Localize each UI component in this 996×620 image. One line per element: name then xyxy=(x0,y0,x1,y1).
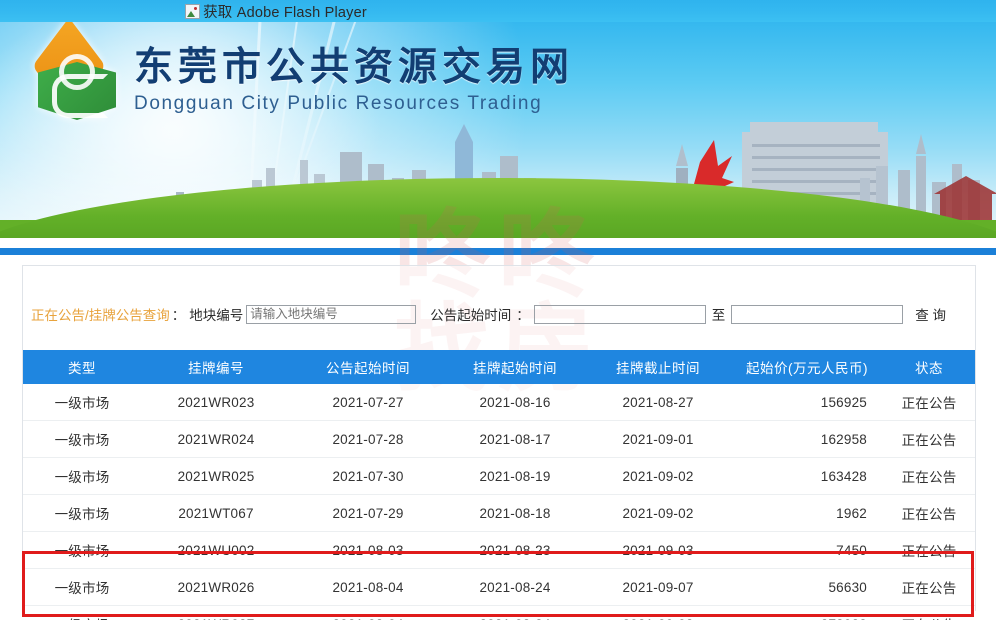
date-from-input[interactable] xyxy=(533,304,706,324)
plot-code-input[interactable] xyxy=(246,304,417,324)
announce-date-label: 公告起始时间 xyxy=(430,308,512,323)
cell-status: 正在公告 xyxy=(883,457,975,495)
cell-start-price: 1962 xyxy=(731,494,883,532)
column-header-listing-end[interactable]: 挂牌截止时间 xyxy=(585,350,731,384)
cell-type: 一级市场 xyxy=(23,457,141,495)
cell-start-price: 56630 xyxy=(731,568,883,606)
cell-type: 一级市场 xyxy=(23,568,141,606)
flash-player-bar: 获取 Adobe Flash Player xyxy=(0,0,996,22)
broken-image-icon xyxy=(185,3,201,19)
cell-type: 一级市场 xyxy=(23,531,141,569)
cell-listing-end: 2021-08-27 xyxy=(585,384,731,421)
table-row[interactable]: 一级市场 2021WR023 2021-07-27 2021-08-16 202… xyxy=(23,384,975,421)
cell-type: 一级市场 xyxy=(23,420,141,458)
cell-announce-start: 2021-07-27 xyxy=(291,384,445,421)
cell-listing-start: 2021-08-17 xyxy=(445,420,585,458)
column-header-type[interactable]: 类型 xyxy=(23,350,141,384)
cell-announce-start: 2021-08-04 xyxy=(291,605,445,620)
table-row[interactable]: 一级市场 2021WR026 2021-08-04 2021-08-24 202… xyxy=(23,568,975,606)
search-bar: 正在公告/挂牌公告查询 ： 地块编号 公告起始时间 ： 至 查 询 xyxy=(23,299,975,329)
site-title-block: 东莞市公共资源交易网 Dongguan City Public Resource… xyxy=(134,43,575,116)
search-title: 正在公告/挂牌公告查询 xyxy=(31,308,170,323)
cell-announce-start: 2021-07-28 xyxy=(291,420,445,458)
cell-listing-end: 2021-09-08 xyxy=(585,605,731,620)
cell-listing-code[interactable]: 2021WR026 xyxy=(141,568,291,606)
cell-start-price: 156925 xyxy=(731,384,883,421)
flash-player-prompt[interactable]: 获取 Adobe Flash Player xyxy=(185,1,367,22)
table-row[interactable]: 一级市场 2021WR025 2021-07-30 2021-08-19 202… xyxy=(23,457,975,495)
site-banner: 东莞市公共资源交易网 Dongguan City Public Resource… xyxy=(0,22,996,238)
query-button[interactable]: 查 询 xyxy=(915,304,946,324)
announce-date-colon: ： xyxy=(516,308,530,323)
cell-announce-start: 2021-08-03 xyxy=(291,531,445,569)
date-to-input[interactable] xyxy=(731,304,904,324)
plot-code-label: 地块编号 xyxy=(189,308,244,323)
table-row[interactable]: 一级市场 2021WR027 2021-08-04 2021-08-24 202… xyxy=(23,605,975,620)
cell-listing-start: 2021-08-23 xyxy=(445,531,585,569)
cell-announce-start: 2021-08-04 xyxy=(291,568,445,606)
page-root: 获取 Adobe Flash Player 东莞市公共资源交易网 Donggua… xyxy=(0,0,996,620)
cell-listing-end: 2021-09-02 xyxy=(585,457,731,495)
cell-start-price: 162958 xyxy=(731,420,883,458)
cell-start-price: 278933 xyxy=(731,605,883,620)
cell-announce-start: 2021-07-30 xyxy=(291,457,445,495)
table-header-row: 类型 挂牌编号 公告起始时间 挂牌起始时间 挂牌截止时间 起始价(万元人民币) … xyxy=(23,350,975,384)
cell-listing-end: 2021-09-02 xyxy=(585,494,731,532)
cell-listing-code[interactable]: 2021WT067 xyxy=(141,494,291,532)
cell-status: 正在公告 xyxy=(883,531,975,569)
cell-start-price: 7450 xyxy=(731,531,883,569)
table-row[interactable]: 一级市场 2021WR024 2021-07-28 2021-08-17 202… xyxy=(23,420,975,458)
cell-listing-code[interactable]: 2021WR027 xyxy=(141,605,291,620)
cell-listing-end: 2021-09-03 xyxy=(585,531,731,569)
column-header-listing-code[interactable]: 挂牌编号 xyxy=(141,350,291,384)
cell-type: 一级市场 xyxy=(23,605,141,620)
section-divider-bar xyxy=(0,248,996,255)
table-row[interactable]: 一级市场 2021WT067 2021-07-29 2021-08-18 202… xyxy=(23,494,975,532)
cell-listing-start: 2021-08-24 xyxy=(445,568,585,606)
cell-listing-start: 2021-08-16 xyxy=(445,384,585,421)
column-header-start-price[interactable]: 起始价(万元人民币) xyxy=(731,350,883,384)
column-header-announce-start[interactable]: 公告起始时间 xyxy=(291,350,445,384)
content-panel: 正在公告/挂牌公告查询 ： 地块编号 公告起始时间 ： 至 查 询 类型 挂牌编… xyxy=(22,265,976,620)
announcement-table: 类型 挂牌编号 公告起始时间 挂牌起始时间 挂牌截止时间 起始价(万元人民币) … xyxy=(23,350,975,620)
cell-listing-start: 2021-08-24 xyxy=(445,605,585,620)
column-header-status[interactable]: 状态 xyxy=(883,350,975,384)
cell-listing-code[interactable]: 2021WR023 xyxy=(141,384,291,421)
date-range-separator: 至 xyxy=(711,308,726,323)
cell-type: 一级市场 xyxy=(23,494,141,532)
column-header-listing-start[interactable]: 挂牌起始时间 xyxy=(445,350,585,384)
table-body: 一级市场 2021WR023 2021-07-27 2021-08-16 202… xyxy=(23,384,975,620)
site-title-cn: 东莞市公共资源交易网 xyxy=(134,43,575,90)
cell-listing-code[interactable]: 2021WR025 xyxy=(141,457,291,495)
cell-status: 正在公告 xyxy=(883,605,975,620)
cell-announce-start: 2021-07-29 xyxy=(291,494,445,532)
cell-listing-start: 2021-08-19 xyxy=(445,457,585,495)
table-header: 类型 挂牌编号 公告起始时间 挂牌起始时间 挂牌截止时间 起始价(万元人民币) … xyxy=(23,350,975,384)
cell-listing-code[interactable]: 2021WR024 xyxy=(141,420,291,458)
table-row[interactable]: 一级市场 2021WU002 2021-08-03 2021-08-23 202… xyxy=(23,531,975,569)
search-title-colon: ： xyxy=(171,308,186,323)
cell-status: 正在公告 xyxy=(883,494,975,532)
cell-status: 正在公告 xyxy=(883,384,975,421)
cell-listing-end: 2021-09-07 xyxy=(585,568,731,606)
cell-listing-code[interactable]: 2021WU002 xyxy=(141,531,291,569)
cell-status: 正在公告 xyxy=(883,568,975,606)
cell-type: 一级市场 xyxy=(23,384,141,421)
cell-start-price: 163428 xyxy=(731,457,883,495)
cell-listing-end: 2021-09-01 xyxy=(585,420,731,458)
cell-status: 正在公告 xyxy=(883,420,975,458)
cell-listing-start: 2021-08-18 xyxy=(445,494,585,532)
flash-player-label: 获取 Adobe Flash Player xyxy=(203,4,367,21)
